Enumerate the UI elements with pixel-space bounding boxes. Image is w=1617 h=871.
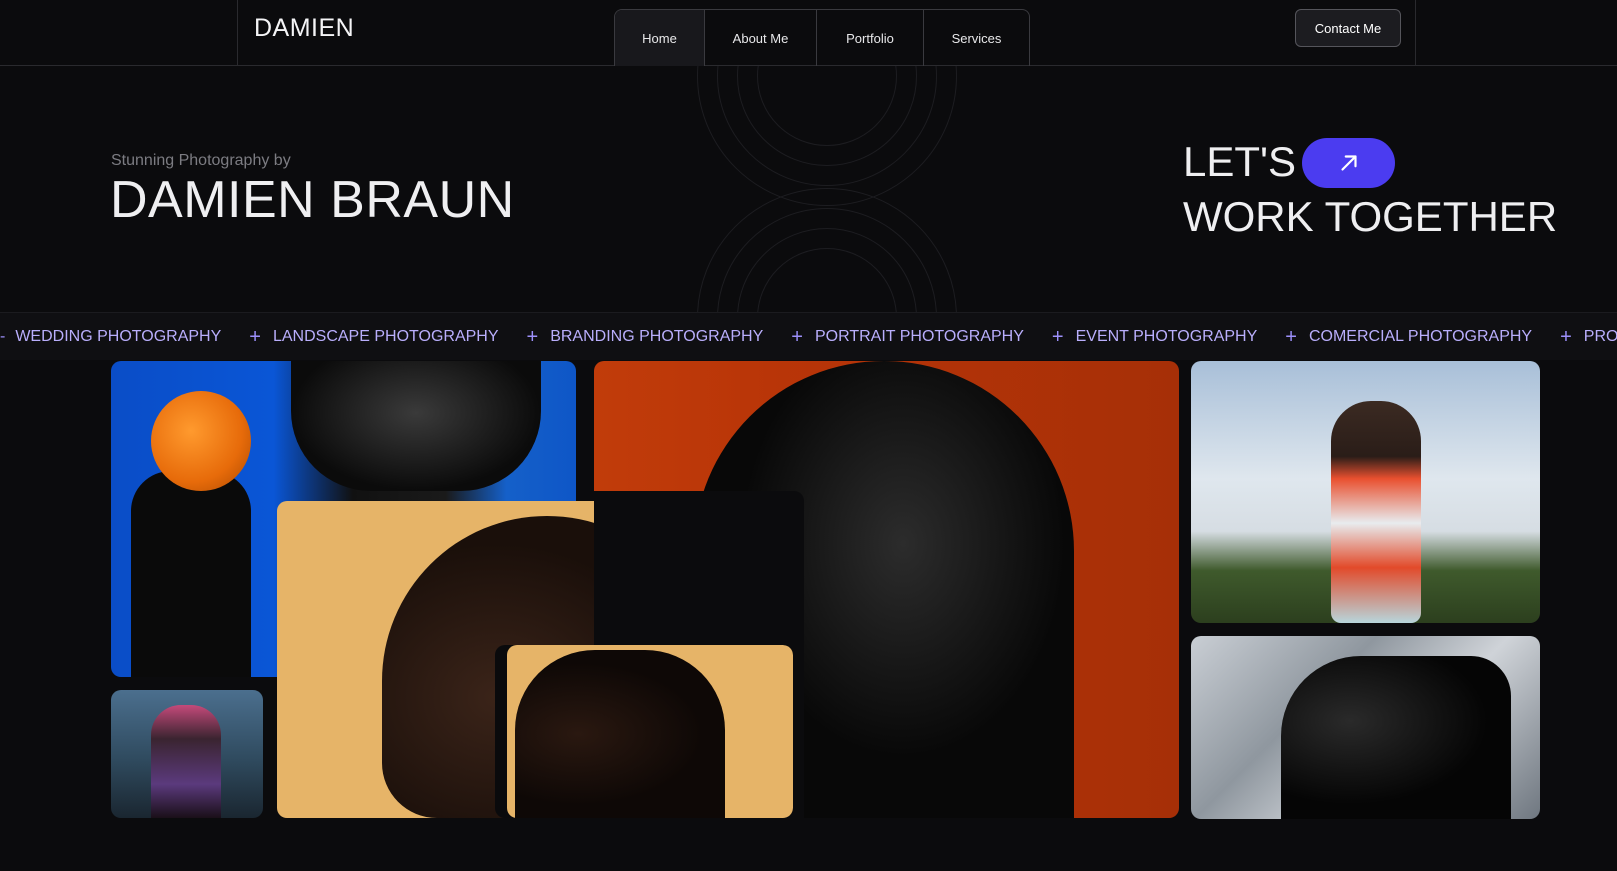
dash-icon: - (0, 328, 6, 345)
cta-line-1: LET'S (1183, 138, 1297, 185)
marquee-item: + LANDSCAPE PHOTOGRAPHY (249, 326, 499, 348)
cta-line-2: WORK TOGETHER (1183, 193, 1558, 240)
marquee-item: +PRODUCT PHOTOGRAPHY (1560, 326, 1617, 348)
logo[interactable]: DAMIEN (254, 14, 354, 43)
marquee-item: + BRANDING PHOTOGRAPHY (526, 326, 764, 348)
plus-icon: + (1285, 326, 1297, 348)
nav-about-me[interactable]: About Me (705, 10, 817, 66)
contact-me-button[interactable]: Contact Me (1295, 9, 1401, 47)
nav-services[interactable]: Services (924, 10, 1029, 66)
decorative-circles (697, 66, 957, 312)
marquee-item: + EVENT PHOTOGRAPHY (1051, 326, 1258, 348)
plus-icon: + (249, 326, 261, 348)
marquee-item: + PORTRAIT PHOTOGRAPHY (791, 326, 1024, 348)
marquee-item: WEDDING PHOTOGRAPHY (15, 328, 222, 345)
plus-icon: + (791, 326, 803, 348)
hero-subtitle: Stunning Photography by (111, 152, 291, 169)
arrow-up-right-icon (1340, 155, 1357, 171)
main-nav: Home About Me Portfolio Services (614, 9, 1030, 66)
site-header: DAMIEN Home About Me Portfolio Services … (0, 0, 1617, 66)
nav-portfolio[interactable]: Portfolio (817, 10, 924, 66)
hero-name: DAMIEN BRAUN (110, 171, 515, 229)
header-frame: DAMIEN Home About Me Portfolio Services … (237, 0, 1416, 66)
marquee-item: + COMERCIAL PHOTOGRAPHY (1285, 326, 1533, 348)
plus-icon: + (1560, 326, 1572, 348)
plus-icon: + (526, 326, 539, 348)
photo-cornfield-portrait[interactable] (1191, 361, 1540, 623)
nav-home[interactable]: Home (615, 10, 705, 66)
services-marquee: - WEDDING PHOTOGRAPHY + LANDSCAPE PHOTOGR… (0, 312, 1617, 360)
marquee-track: - WEDDING PHOTOGRAPHY + LANDSCAPE PHOTOGR… (0, 313, 1617, 360)
photo-sky-portrait[interactable] (1191, 636, 1540, 819)
plus-icon: + (1051, 326, 1064, 348)
cta-arrow-button[interactable] (1302, 138, 1395, 188)
photo-braid-yellow[interactable] (495, 645, 793, 818)
photo-pink-headscarf[interactable] (111, 690, 263, 818)
